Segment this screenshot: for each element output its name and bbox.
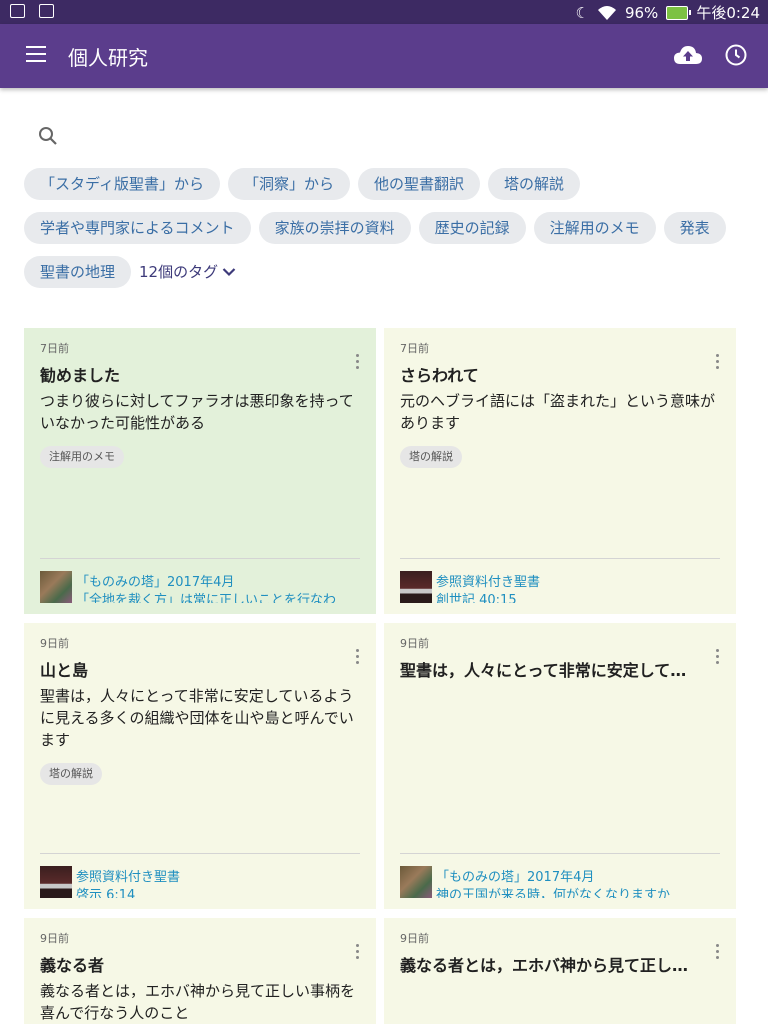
note-body: 聖書は，人々にとって非常に安定しているように見える多くの組織や団体を山や島と呼ん… — [40, 687, 354, 749]
tag-chip[interactable]: 聖書の地理 — [24, 256, 132, 288]
clock: 午後0:24 — [696, 4, 760, 22]
moon-icon: ☾ — [575, 3, 589, 22]
note-date: 9日前 — [400, 932, 429, 945]
chevron-down-icon — [222, 268, 236, 277]
note-title: 勧めました — [40, 366, 121, 385]
tag-chip[interactable]: 塔の解説 — [487, 168, 580, 200]
publication-thumbnail — [40, 571, 72, 603]
more-options-icon[interactable] — [712, 354, 722, 372]
note-card[interactable]: 9日前 義なる者とは，エホバ神から見て正しい... — [384, 918, 736, 1024]
cloud-upload-icon[interactable] — [674, 44, 702, 68]
reference-subtitle: 神の王国が来る時，何がなくなりますか — [436, 888, 671, 898]
app-bar: 個人研究 — [0, 24, 768, 88]
note-tag[interactable]: 塔の解説 — [400, 446, 462, 468]
note-card[interactable]: 9日前 義なる者 義なる者とは，エホバ神から見て正しい事柄を喜んで行なう人のこと — [24, 918, 376, 1024]
more-options-icon[interactable] — [352, 649, 362, 667]
note-reference[interactable]: 「ものみの塔」2017年4月 「全地を裁く方」は常に正しいことを行なわ — [40, 558, 360, 603]
wifi-icon — [597, 5, 616, 20]
image-notification-icon — [10, 4, 25, 18]
menu-icon[interactable] — [26, 46, 46, 62]
status-bar: ☾ 96% 午後0:24 — [0, 0, 768, 24]
tag-chip[interactable]: 「スタディ版聖書」から — [24, 168, 220, 200]
page-title: 個人研究 — [68, 46, 148, 70]
note-title: さらわれて — [400, 366, 479, 385]
note-card[interactable]: 7日前 勧めました つまり彼らに対してファラオは悪印象を持っていなかった可能性が… — [24, 328, 376, 614]
note-card[interactable]: 7日前 さらわれて 元のヘブライ語には「盗まれた」という意味があります 塔の解説… — [384, 328, 736, 614]
note-card[interactable]: 9日前 聖書は，人々にとって非常に安定してい... 「ものみの塔」2017年4月… — [384, 623, 736, 909]
search-input[interactable] — [70, 120, 714, 154]
search-icon[interactable] — [38, 126, 58, 146]
tag-chip[interactable]: 他の聖書翻訳 — [357, 168, 480, 200]
more-options-icon[interactable] — [712, 944, 722, 962]
note-tag[interactable]: 塔の解説 — [40, 763, 102, 785]
note-title: 義なる者とは，エホバ神から見て正しい... — [400, 956, 702, 975]
history-icon[interactable] — [724, 43, 748, 67]
reference-subtitle: 「全地を裁く方」は常に正しいことを行なわ — [76, 593, 337, 603]
tag-filter-list: 「スタディ版聖書」から 「洞察」から 他の聖書翻訳 塔の解説 学者や専門家による… — [24, 168, 744, 288]
publication-thumbnail — [40, 866, 72, 898]
note-reference[interactable]: 参照資料付き聖書 啓示 6:14 — [40, 853, 360, 898]
more-options-icon[interactable] — [712, 649, 722, 667]
note-reference[interactable]: 「ものみの塔」2017年4月 神の王国が来る時，何がなくなりますか — [400, 853, 720, 898]
note-card[interactable]: 9日前 山と島 聖書は，人々にとって非常に安定しているように見える多くの組織や団… — [24, 623, 376, 909]
note-body: 元のヘブライ語には「盗まれた」という意味があります — [400, 392, 716, 432]
more-tags-toggle[interactable]: 12個のタグ — [139, 256, 236, 288]
reference-title: 参照資料付き聖書 — [76, 870, 181, 885]
note-date: 9日前 — [40, 637, 69, 650]
reference-subtitle: 啓示 6:14 — [76, 888, 136, 898]
reference-subtitle: 創世記 40:15 — [436, 593, 517, 603]
tag-chip[interactable]: 歴史の記録 — [418, 212, 526, 244]
note-title: 義なる者 — [40, 956, 105, 975]
reference-title: 参照資料付き聖書 — [436, 575, 541, 590]
note-date: 9日前 — [40, 932, 69, 945]
note-body: つまり彼らに対してファラオは悪印象を持っていなかった可能性がある — [40, 392, 354, 432]
reference-title: 「ものみの塔」2017年4月 — [436, 870, 595, 885]
publication-thumbnail — [400, 866, 432, 898]
tag-chip[interactable]: 注解用のメモ — [533, 212, 656, 244]
note-date: 9日前 — [400, 637, 429, 650]
reference-title: 「ものみの塔」2017年4月 — [76, 575, 235, 590]
battery-icon — [666, 5, 692, 20]
note-date: 7日前 — [40, 342, 69, 355]
note-body: 義なる者とは，エホバ神から見て正しい事柄を喜んで行なう人のこと — [40, 982, 356, 1022]
note-tag[interactable]: 注解用のメモ — [40, 446, 124, 468]
note-title: 山と島 — [40, 661, 89, 680]
note-title: 聖書は，人々にとって非常に安定してい... — [400, 661, 702, 680]
note-date: 7日前 — [400, 342, 429, 355]
tag-chip[interactable]: 発表 — [663, 212, 726, 244]
more-options-icon[interactable] — [352, 944, 362, 962]
sim-notification-icon — [39, 4, 54, 18]
battery-percent: 96% — [624, 3, 659, 22]
more-options-icon[interactable] — [352, 354, 362, 372]
publication-thumbnail — [400, 571, 432, 603]
tag-chip[interactable]: 家族の崇拝の資料 — [258, 212, 411, 244]
note-reference[interactable]: 参照資料付き聖書 創世記 40:15 — [400, 558, 720, 603]
tag-chip[interactable]: 「洞察」から — [227, 168, 350, 200]
tag-chip[interactable]: 学者や専門家によるコメント — [24, 212, 251, 244]
more-tags-label: 12個のタグ — [139, 263, 219, 281]
